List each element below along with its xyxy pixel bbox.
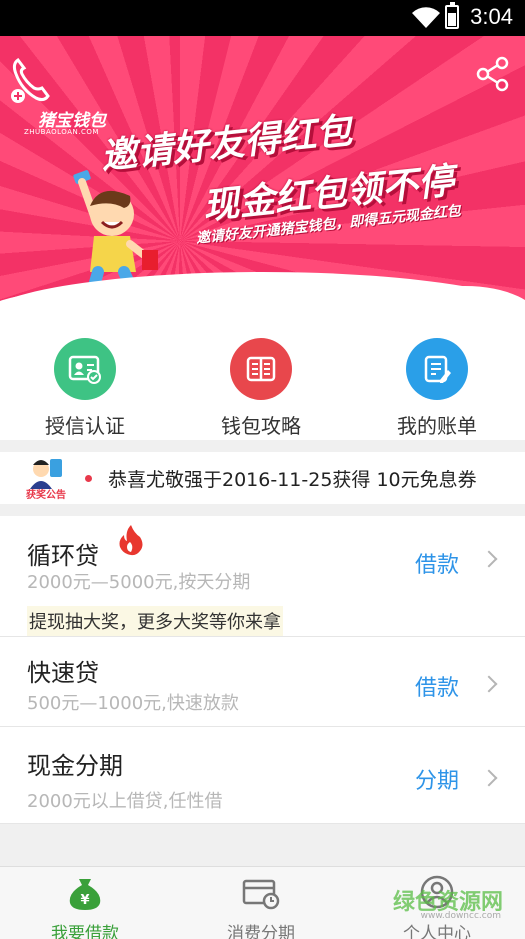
product-list: 循环贷 2000元—5000元,按天分期 借款 提现抽大奖，更多大奖等你来拿 快… [0,516,525,824]
award-notice-badge: 获奖公告 [25,459,66,501]
quick-label: 钱包攻略 [221,414,301,438]
phone-icon [11,57,50,103]
quick-credit-auth[interactable]: 授信认证 [25,338,145,439]
award-notice[interactable]: 获奖公告 恭喜尤敬强于2016-11-25获得 10元免息券 [0,452,525,504]
tab-borrow[interactable]: ¥ 我要借款 [25,875,145,939]
chevron-right-icon [480,675,498,693]
quick-label: 授信认证 [45,414,125,438]
money-bag-icon: ¥ [69,879,101,910]
promo-tag[interactable]: 提现抽大奖，更多大奖等你来拿 [27,606,283,636]
battery-icon [445,2,459,29]
chevron-right-icon [480,550,498,568]
svg-text:¥: ¥ [80,893,89,908]
tab-installment[interactable]: 消费分期 [201,875,321,939]
chevron-right-icon [480,769,498,787]
promo-banner[interactable]: 猪宝钱包 ZHUBAOLOAN.COM 邀请好友得红包 现金红包领不停 邀请好友… [0,36,525,332]
product-desc: 2000元—5000元,按天分期 [27,572,251,593]
bill-icon [406,338,468,400]
product-name: 现金分期 [27,752,123,780]
svg-text:获奖公告: 获奖公告 [25,488,66,501]
app-logo: 猪宝钱包 ZHUBAOLOAN.COM [8,56,118,136]
logo-subtitle: ZHUBAOLOAN.COM [24,128,99,136]
wifi-icon [412,7,440,29]
product-row-installment[interactable]: 现金分期 2000元以上借贷,任性借 分期 [0,727,525,824]
quick-actions: 授信认证 钱包攻略 我的账单 [0,332,525,440]
product-desc: 2000元以上借贷,任性借 [27,791,223,812]
status-time: 3:04 [470,4,513,29]
quick-wallet-guide[interactable]: 钱包攻略 [201,338,321,439]
watermark-url: www.downcc.com [420,911,501,921]
status-bar: 3:04 [0,0,525,36]
borrow-button[interactable]: 借款 [415,670,459,702]
installment-button[interactable]: 分期 [415,763,459,795]
tab-label: 我要借款 [51,924,119,939]
id-card-icon [54,338,116,400]
tab-label: 个人中心 [403,924,471,939]
notice-text: 恭喜尤敬强于2016-11-25获得 10元免息券 [108,469,477,491]
product-row-fast[interactable]: 快速贷 500元—1000元,快速放款 借款 [0,637,525,727]
card-icon [242,879,280,910]
product-desc: 500元—1000元,快速放款 [27,693,239,714]
borrow-button[interactable]: 借款 [415,547,459,579]
quick-my-bill[interactable]: 我的账单 [377,338,497,439]
fire-icon [119,525,143,556]
book-icon [230,338,292,400]
product-name: 循环贷 [27,542,99,570]
notice-dot [85,475,92,482]
product-row-revolving[interactable]: 循环贷 2000元—5000元,按天分期 借款 提现抽大奖，更多大奖等你来拿 [0,516,525,637]
tab-label: 消费分期 [227,924,295,939]
product-name: 快速贷 [27,659,99,687]
share-icon[interactable] [475,56,511,92]
watermark: 绿色资源网 www.downcc.com [393,884,503,921]
quick-label: 我的账单 [397,414,477,438]
